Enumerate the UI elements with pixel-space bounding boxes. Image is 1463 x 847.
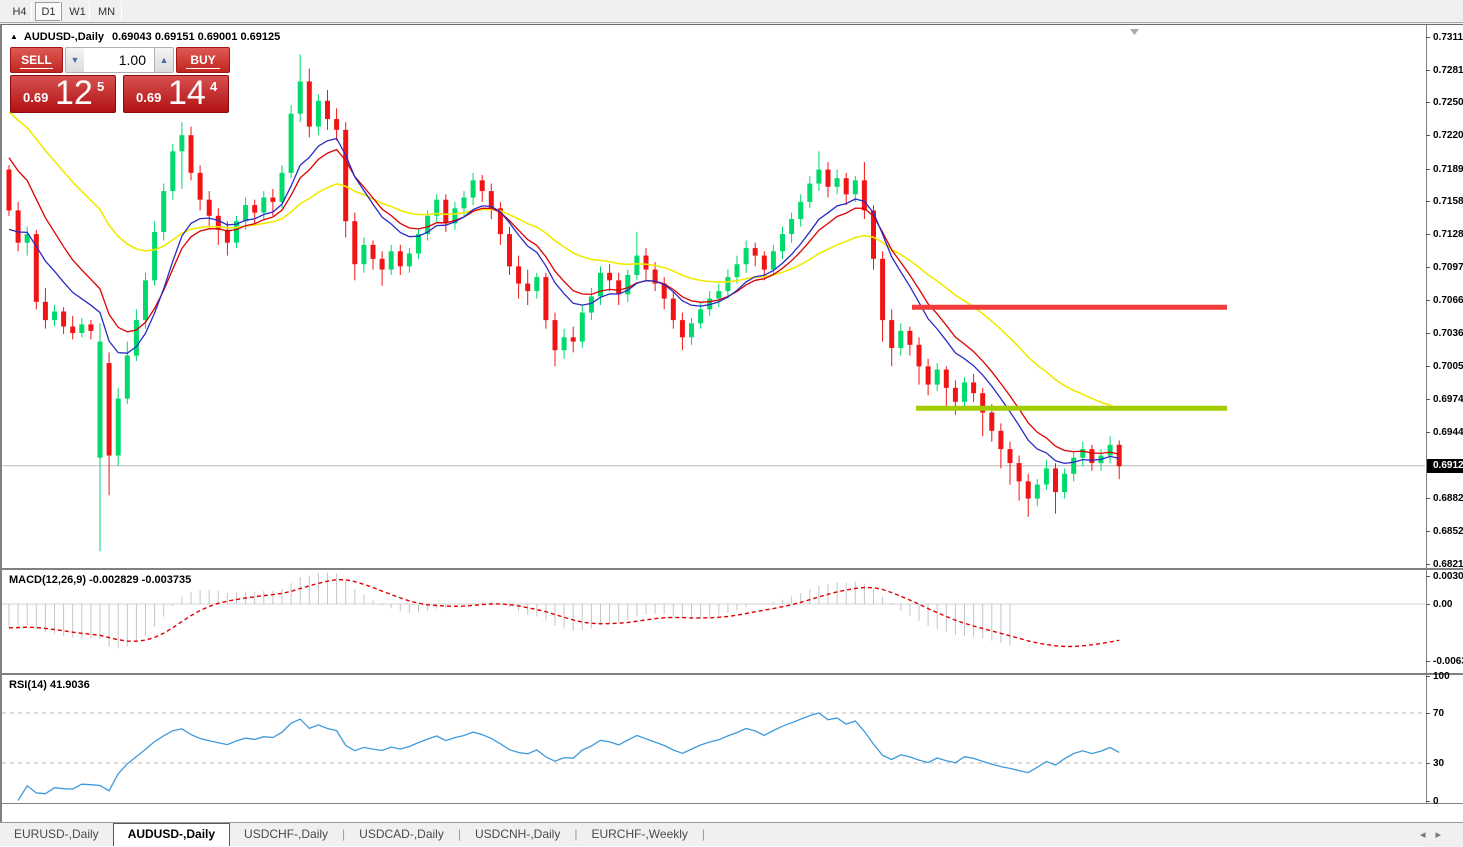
axis-tick [1426,498,1430,499]
macd-label: MACD(12,26,9) -0.002829 -0.003735 [9,574,191,586]
axis-tick [1426,366,1430,367]
axis-tick [1426,201,1430,202]
chart-title: ▲ AUDUSD-,Daily 0.69043 0.69151 0.69001 0.… [10,31,280,43]
axis-tick [1426,661,1430,662]
current-price-tag: 0.69125 [1427,459,1463,473]
axis-tick [1426,564,1430,565]
axis-tick [1426,102,1430,103]
price-axis-label: 0.72200 [1433,129,1463,142]
tab-eurusd-daily[interactable]: EURUSD-,Daily [0,823,113,846]
rsi-label: RSI(14) 41.9036 [9,679,90,691]
toolbar-separator [60,2,61,21]
axis-tick [1426,267,1430,268]
price-axis-label: 0.70050 [1433,360,1463,373]
tab-usdchf-daily[interactable]: USDCHF-,Daily [230,823,342,846]
timeframe-button-d1[interactable]: D1 [35,2,62,21]
tab-audusd-daily[interactable]: AUDUSD-,Daily [113,823,230,846]
timeframe-button-mn[interactable]: MN [93,2,120,21]
price-axis-label: 0.70665 [1433,294,1463,307]
scroll-right-icon[interactable]: ▸ [1435,829,1451,841]
toolbar-separator [89,2,90,21]
volume-input[interactable] [84,47,154,73]
macd-axis-label: 0.00 [1433,598,1463,611]
volume-decrease-button[interactable]: ▼ [65,47,85,73]
chart-symbol-label: AUDUSD-,Daily [24,31,104,43]
sell-price-big: 12 [55,74,93,113]
timeframe-toolbar: H4 D1 W1 MN [0,0,1463,23]
axis-tick [1426,801,1430,802]
axis-tick [1426,37,1430,38]
axis-tick [1426,676,1430,677]
chart-window[interactable]: ▲ AUDUSD-,Daily 0.69043 0.69151 0.69001 0.… [0,24,1463,822]
price-axis-label: 0.68210 [1433,558,1463,571]
macd-axis-label: -0.006311 [1433,655,1463,668]
tab-separator: | [702,823,705,841]
panel-divider [2,803,1463,804]
buy-price-big: 14 [168,74,206,113]
price-axis-label: 0.68825 [1433,492,1463,505]
buy-price-sup: 4 [210,79,217,94]
collapse-panel-icon[interactable]: ▲ [10,32,18,41]
tab-scroll-arrows[interactable]: ◂▸ [1420,828,1451,841]
chart-tab-bar: EURUSD-,DailyAUDUSD-,DailyUSDCHF-,Daily |… [0,822,1463,846]
price-axis-label: 0.71585 [1433,195,1463,208]
sell-underline [20,68,53,69]
price-axis-label: 0.68520 [1433,525,1463,538]
timeframe-button-h4[interactable]: H4 [6,2,33,21]
axis-tick [1426,300,1430,301]
rsi-axis-label: 70 [1433,707,1463,720]
axis-tick [1426,531,1430,532]
price-axis-label: 0.72505 [1433,96,1463,109]
price-axis-label: 0.70360 [1433,327,1463,340]
axis-tick [1426,399,1430,400]
chart-ohlc-values: 0.69043 0.69151 0.69001 0.69125 [112,31,280,43]
rsi-indicator-chart[interactable] [2,675,1426,803]
tab-eurchf-weekly[interactable]: EURCHF-,Weekly [577,823,701,846]
rsi-axis-label: 0 [1433,795,1463,808]
sell-price-prefix: 0.69 [23,90,48,105]
price-axis-label: 0.71280 [1433,228,1463,241]
sell-price-button[interactable]: 0.69 12 5 [10,75,116,113]
macd-indicator-chart[interactable] [2,570,1426,673]
price-axis-border [1426,25,1427,803]
price-axis-label: 0.69745 [1433,393,1463,406]
tab-usdcad-daily[interactable]: USDCAD-,Daily [345,823,458,846]
one-click-trading-panel: SELL ▼ ▲ BUY 0.69 12 5 0.69 14 4 [10,47,230,74]
timeframe-button-w1[interactable]: W1 [64,2,91,21]
price-axis-label: 0.70970 [1433,261,1463,274]
volume-increase-button[interactable]: ▲ [154,47,174,73]
axis-tick [1426,576,1430,577]
axis-tick [1426,713,1430,714]
toolbar-separator [121,2,122,21]
axis-tick [1426,169,1430,170]
buy-price-button[interactable]: 0.69 14 4 [123,75,229,113]
chart-shift-marker-icon[interactable] [1130,29,1139,35]
axis-tick [1426,604,1430,605]
price-axis-label: 0.69440 [1433,426,1463,439]
toolbar-separator [31,2,32,21]
axis-tick [1426,432,1430,433]
buy-underline [186,68,219,69]
tab-usdcnh-daily[interactable]: USDCNH-,Daily [461,823,574,846]
buy-price-prefix: 0.69 [136,90,161,105]
price-axis-label: 0.71890 [1433,163,1463,176]
axis-tick [1426,234,1430,235]
scroll-left-icon[interactable]: ◂ [1420,829,1436,841]
price-axis-label: 0.72810 [1433,64,1463,77]
axis-tick [1426,70,1430,71]
buy-button[interactable]: BUY [176,47,230,73]
rsi-axis-label: 30 [1433,757,1463,770]
sell-price-sup: 5 [97,79,104,94]
axis-tick [1426,333,1430,334]
sell-button[interactable]: SELL [10,47,63,73]
rsi-axis-label: 100 [1433,670,1463,683]
macd-axis-label: 0.003035 [1433,570,1463,583]
price-axis-label: 0.73115 [1433,31,1463,44]
axis-tick [1426,763,1430,764]
axis-tick [1426,135,1430,136]
